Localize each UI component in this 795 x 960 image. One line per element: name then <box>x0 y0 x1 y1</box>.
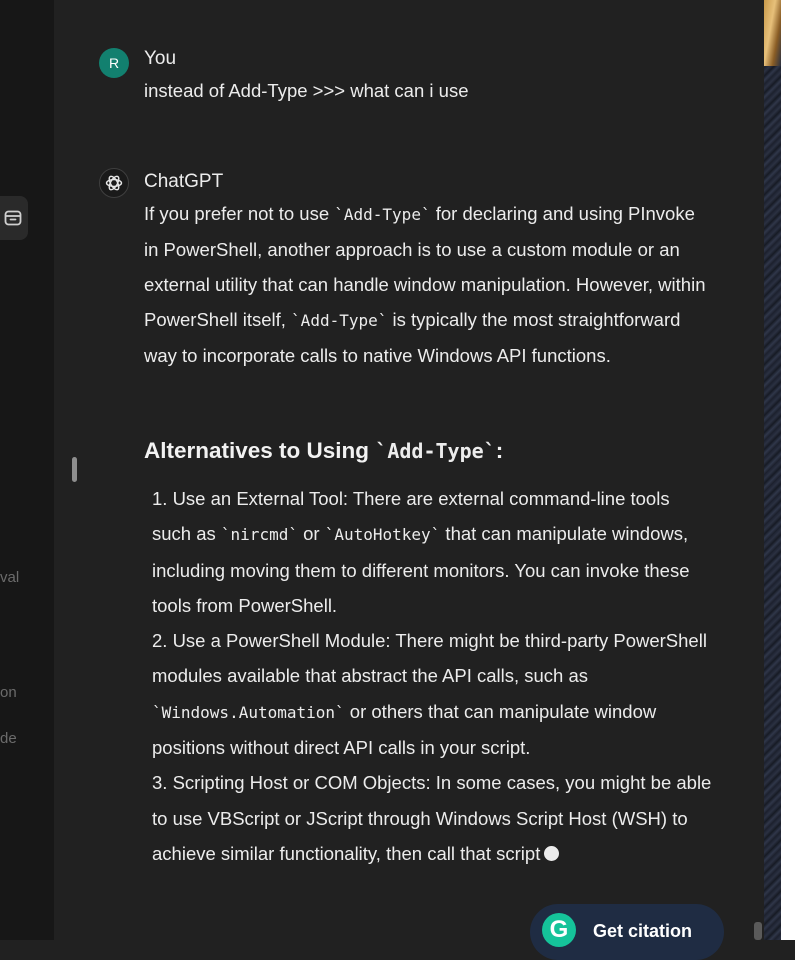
inline-code: `Add-Type` <box>334 205 431 224</box>
openai-logo-icon <box>105 175 123 191</box>
get-citation-label: Get citation <box>593 920 693 941</box>
window-edge <box>781 0 795 940</box>
list-item-text: or <box>297 523 325 545</box>
heading-text: : <box>495 438 504 463</box>
archive-button[interactable] <box>0 196 28 240</box>
sidebar-text-fragment[interactable]: on <box>0 684 17 701</box>
section-heading: Alternatives to Using `Add-Type`: <box>144 438 709 464</box>
user-avatar: R <box>99 48 129 78</box>
inline-code: `Add-Type` <box>291 311 388 330</box>
list-item-text: 3. Scripting Host or COM Objects: In som… <box>152 772 712 864</box>
assistant-intro-paragraph: If you prefer not to use `Add-Type` for … <box>144 196 709 373</box>
streaming-cursor-icon <box>544 845 560 861</box>
sidebar: val on de <box>0 0 54 940</box>
list-item: 2. Use a PowerShell Module: There might … <box>152 623 712 765</box>
desktop-background-strip <box>764 0 781 940</box>
inline-code: `AutoHotkey` <box>324 525 441 545</box>
grammarly-g-icon: G <box>542 913 576 947</box>
heading-inline-code: `Add-Type` <box>375 439 496 463</box>
alternatives-list: 1. Use an External Tool: There are exter… <box>152 481 712 871</box>
sidebar-resize-handle[interactable] <box>72 457 77 482</box>
sidebar-text-fragment[interactable]: val <box>0 569 19 586</box>
user-message: R You instead of Add-Type >>> what can i… <box>99 48 709 108</box>
user-avatar-initial: R <box>108 55 120 71</box>
inline-code: `nircmd` <box>220 525 298 545</box>
get-citation-button[interactable]: G Get citation <box>530 904 724 960</box>
assistant-avatar <box>99 168 129 198</box>
scrollbar-thumb[interactable] <box>754 922 762 940</box>
intro-text: If you prefer not to use <box>144 203 335 224</box>
list-item: 3. Scripting Host or COM Objects: In som… <box>152 765 712 871</box>
archive-icon <box>4 210 22 226</box>
list-item: 1. Use an External Tool: There are exter… <box>152 481 712 623</box>
list-item-text: 2. Use a PowerShell Module: There might … <box>152 630 707 687</box>
section-heading-text: Alternatives to Using `Add-Type`: <box>144 438 709 464</box>
assistant-author-name: ChatGPT <box>144 171 224 192</box>
sidebar-text-fragment[interactable]: de <box>0 730 17 747</box>
assistant-message: ChatGPT If you prefer not to use `Add-Ty… <box>99 168 712 871</box>
user-message-text: instead of Add-Type >>> what can i use <box>144 80 469 101</box>
wallpaper-fragment <box>764 0 781 66</box>
inline-code: `Windows.Automation` <box>152 702 345 722</box>
heading-text: Alternatives to Using <box>144 438 376 463</box>
user-author-name: You <box>144 48 177 69</box>
